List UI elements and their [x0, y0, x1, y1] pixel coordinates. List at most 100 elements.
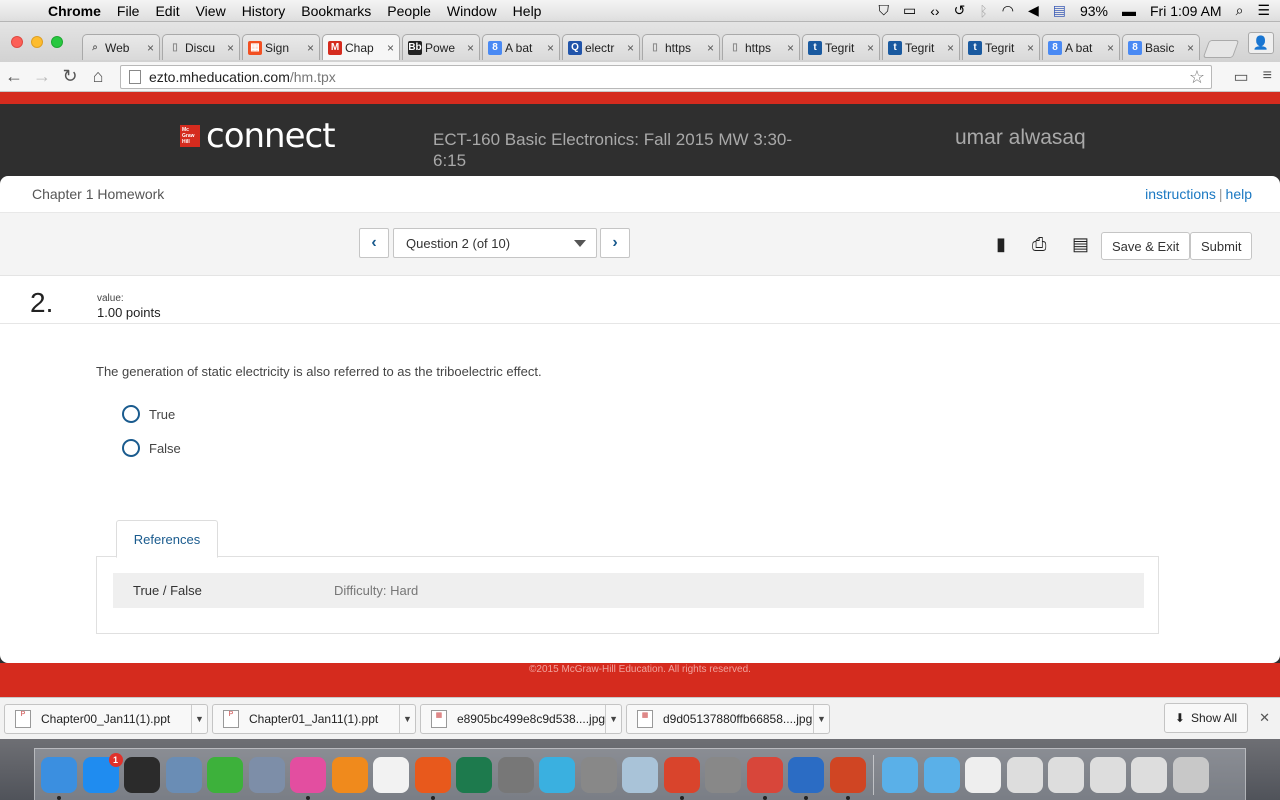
dashboard-icon[interactable] [124, 756, 160, 793]
download-item[interactable]: ▦ e8905bc499e8c9d538....jpg ▼ [420, 703, 622, 734]
cast-icon[interactable]: ▭ [1234, 67, 1249, 87]
file-icon[interactable] [1131, 756, 1167, 793]
app-store-icon[interactable]: 1 [82, 752, 123, 793]
zoom-window-button[interactable] [51, 36, 63, 48]
download-menu-icon[interactable]: ▼ [191, 704, 207, 733]
close-tab-icon[interactable]: × [1187, 41, 1194, 55]
messenger-icon[interactable] [539, 756, 575, 793]
close-tab-icon[interactable]: × [1027, 41, 1034, 55]
bluetooth-icon[interactable]: ᛒ [979, 3, 987, 19]
profile-icon[interactable]: 👤 [1248, 32, 1274, 54]
option-false[interactable]: False [122, 439, 181, 457]
popcorn-icon[interactable] [663, 756, 700, 800]
document-stack-icon[interactable] [965, 756, 1001, 793]
close-window-button[interactable] [11, 36, 23, 48]
print-icon[interactable]: ⎙ [1032, 234, 1046, 255]
close-tab-icon[interactable]: × [627, 41, 634, 55]
photos-icon[interactable] [373, 756, 409, 793]
powerpoint-icon[interactable] [829, 756, 866, 800]
flag-icon[interactable]: ▤ [1053, 2, 1066, 19]
save-exit-button[interactable]: Save & Exit [1101, 232, 1191, 260]
time-machine-icon[interactable] [456, 756, 492, 793]
radio-button[interactable] [122, 405, 140, 423]
unknown-app-icon[interactable] [705, 756, 741, 793]
instructions-link[interactable]: instructions [1145, 186, 1216, 202]
clock[interactable]: Fri 1:09 AM [1150, 3, 1222, 19]
menu-window[interactable]: Window [439, 3, 505, 19]
volume-icon[interactable]: ◀ [1028, 2, 1039, 19]
browser-tab[interactable]: ⌕ Web × [82, 34, 160, 60]
unknown-app-icon[interactable] [580, 756, 617, 793]
close-tab-icon[interactable]: × [307, 41, 314, 55]
close-tab-icon[interactable]: × [467, 41, 474, 55]
download-item[interactable]: P Chapter01_Jan11(1).ppt ▼ [212, 703, 416, 734]
browser-tab[interactable]: 8A bat × [482, 34, 560, 60]
ibooks-icon[interactable] [331, 756, 368, 793]
menu-edit[interactable]: Edit [147, 3, 187, 19]
home-icon[interactable]: ⌂ [84, 66, 112, 87]
close-tab-icon[interactable]: × [547, 41, 554, 55]
menu-file[interactable]: File [109, 3, 148, 19]
code-icon[interactable]: ‹› [930, 3, 939, 19]
report-icon[interactable]: ▤ [1072, 234, 1089, 255]
file-icon[interactable] [1048, 756, 1084, 793]
address-bar[interactable]: ezto.mheducation.com/hm.tpx ☆ [120, 65, 1212, 89]
reload-icon[interactable]: ↻ [56, 66, 84, 87]
browser-tab[interactable]: 8A bat × [1042, 34, 1120, 60]
close-tab-icon[interactable]: × [227, 41, 234, 55]
previous-question-button[interactable]: ‹ [359, 228, 389, 258]
finder-icon[interactable] [41, 756, 77, 800]
close-tab-icon[interactable]: × [707, 41, 714, 55]
file-icon[interactable] [1089, 756, 1126, 793]
menu-people[interactable]: People [379, 3, 439, 19]
menu-app-name[interactable]: Chrome [44, 3, 109, 19]
close-tab-icon[interactable]: × [147, 41, 154, 55]
download-item[interactable]: P Chapter00_Jan11(1).ppt ▼ [4, 703, 208, 734]
browser-tab[interactable]: Bb Powe × [402, 34, 480, 60]
next-question-button[interactable]: › [600, 228, 630, 258]
menu-bookmarks[interactable]: Bookmarks [293, 3, 379, 19]
close-tab-icon[interactable]: × [947, 41, 954, 55]
system-preferences-icon[interactable] [497, 756, 534, 793]
close-tab-icon[interactable]: × [387, 41, 394, 55]
file-icon[interactable] [1006, 756, 1043, 793]
menu-help[interactable]: Help [505, 3, 550, 19]
close-tab-icon[interactable]: × [787, 41, 794, 55]
back-icon[interactable]: ← [0, 66, 28, 87]
browser-tab[interactable]: ▦ Sign × [242, 34, 320, 60]
battery-percent[interactable]: 93% [1080, 3, 1108, 19]
facetime-icon[interactable] [207, 756, 243, 793]
time-machine-status-icon[interactable]: ↺ [954, 2, 966, 19]
ebook-icon[interactable]: ▮ [996, 234, 1006, 255]
download-menu-icon[interactable]: ▼ [813, 704, 829, 733]
show-all-downloads-button[interactable]: ⬇ Show All [1163, 703, 1248, 733]
browser-tab[interactable]: M Chap × [322, 34, 400, 60]
submit-button[interactable]: Submit [1190, 232, 1253, 260]
chrome-menu-icon[interactable]: ≡ [1263, 67, 1272, 87]
image-capture-icon[interactable] [622, 756, 658, 793]
minimize-window-button[interactable] [31, 36, 43, 48]
photo-browser-icon[interactable] [248, 756, 285, 793]
question-selector[interactable]: Question 2 (of 10) [393, 228, 597, 258]
spotlight-icon[interactable]: ⌕ [1236, 2, 1244, 19]
close-tab-icon[interactable]: × [867, 41, 874, 55]
wifi-icon[interactable]: ◠ [1002, 2, 1014, 19]
documents-folder-icon[interactable] [923, 756, 960, 793]
browser-tab[interactable]: ▯ https × [722, 34, 800, 60]
browser-tab[interactable]: t Tegrit × [882, 34, 960, 60]
menu-view[interactable]: View [188, 3, 234, 19]
trash-icon[interactable] [1172, 756, 1209, 793]
download-menu-icon[interactable]: ▼ [399, 704, 415, 733]
close-tab-icon[interactable]: × [1107, 41, 1114, 55]
chrome-icon[interactable] [746, 756, 783, 800]
references-tab[interactable]: References [116, 520, 218, 558]
shield-icon[interactable]: ⛉ [879, 2, 890, 19]
browser-tab[interactable]: ▯ Discu × [162, 34, 240, 60]
radio-button[interactable] [122, 439, 140, 457]
word-icon[interactable] [788, 756, 824, 800]
option-true[interactable]: True [122, 405, 175, 423]
applications-folder-icon[interactable] [882, 756, 918, 793]
firefox-icon[interactable] [414, 756, 451, 800]
preview-icon[interactable] [165, 756, 202, 793]
airplay-icon[interactable]: ▭ [903, 2, 916, 19]
